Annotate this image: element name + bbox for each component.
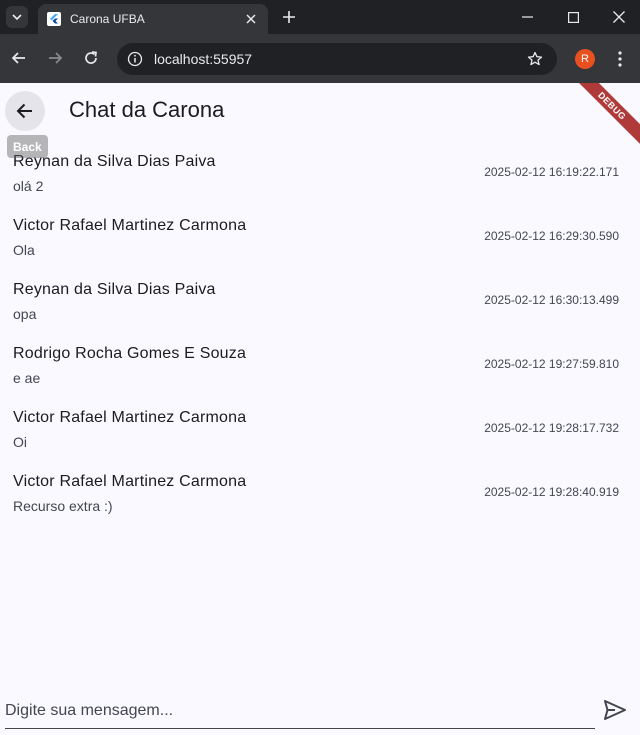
send-button[interactable] [602, 697, 628, 723]
message-item[interactable]: Victor Rafael Martinez Carmona Oi 2025-02-… [0, 402, 640, 466]
app-viewport: Back Chat da Carona DEBUG Reynan da Silv… [0, 83, 640, 735]
minimize-button[interactable] [504, 0, 550, 34]
browser-tab[interactable]: Carona UFBA [38, 4, 268, 34]
message-text: olá 2 [13, 178, 44, 194]
browser-titlebar: Carona UFBA [0, 0, 640, 34]
send-icon [604, 700, 626, 720]
message-item[interactable]: Reynan da Silva Dias Paiva opa 2025-02-12 … [0, 274, 640, 338]
message-timestamp: 2025-02-12 16:19:22.171 [484, 165, 619, 179]
reload-button[interactable] [79, 46, 103, 70]
flutter-icon [46, 11, 62, 27]
page-title: Chat da Carona [69, 97, 225, 122]
debug-banner: DEBUG [564, 83, 640, 154]
minimize-icon [521, 16, 533, 18]
bookmark-star-icon[interactable] [525, 49, 545, 69]
message-text: Ola [13, 242, 35, 258]
maximize-button[interactable] [550, 0, 596, 34]
message-item[interactable]: Victor Rafael Martinez Carmona Recurso ex… [0, 466, 640, 530]
message-sender: Victor Rafael Martinez Carmona [13, 409, 247, 426]
message-composer [0, 689, 640, 735]
close-window-button[interactable] [596, 0, 640, 34]
back-tooltip: Back [7, 135, 48, 158]
message-item[interactable]: Rodrigo Rocha Gomes E Souza e ae 2025-02-1… [0, 338, 640, 402]
plus-icon [283, 11, 295, 23]
message-timestamp: 2025-02-12 19:28:40.919 [484, 485, 619, 499]
arrow-left-icon [11, 52, 25, 64]
message-sender: Rodrigo Rocha Gomes E Souza [13, 345, 247, 362]
browser-menu-button[interactable] [610, 47, 630, 71]
message-sender: Reynan da Silva Dias Paiva [13, 281, 216, 298]
profile-avatar[interactable]: R [575, 49, 595, 69]
url-text: localhost:55957 [154, 51, 253, 67]
message-timestamp: 2025-02-12 16:30:13.499 [484, 293, 619, 307]
browser-toolbar: localhost:55957 R [0, 34, 640, 83]
close-tab-icon[interactable] [242, 10, 260, 28]
maximize-icon [567, 11, 579, 23]
message-timestamp: 2025-02-12 19:27:59.810 [484, 357, 619, 371]
message-sender: Victor Rafael Martinez Carmona [13, 473, 247, 490]
arrow-left-icon [16, 103, 32, 119]
message-timestamp: 2025-02-12 16:29:30.590 [484, 229, 619, 243]
forward-nav-button[interactable] [43, 46, 67, 70]
tab-search-button[interactable] [6, 6, 28, 28]
reload-icon [85, 51, 97, 64]
message-list: Reynan da Silva Dias Paiva olá 2 2025-02-1… [0, 146, 640, 530]
message-item[interactable]: Reynan da Silva Dias Paiva olá 2 2025-02-1… [0, 146, 640, 210]
site-info-icon[interactable] [125, 49, 145, 69]
message-input[interactable] [5, 693, 595, 729]
message-text: e ae [13, 370, 41, 386]
chevron-down-icon [12, 14, 22, 20]
close-icon [613, 11, 625, 23]
message-text: Oi [13, 434, 27, 450]
message-text: opa [13, 306, 37, 322]
more-vertical-icon [618, 51, 622, 67]
back-button[interactable] [5, 91, 45, 131]
message-item[interactable]: Victor Rafael Martinez Carmona Ola 2025-02… [0, 210, 640, 274]
back-nav-button[interactable] [7, 46, 31, 70]
arrow-right-icon [49, 52, 63, 64]
new-tab-button[interactable] [279, 7, 299, 27]
message-sender: Victor Rafael Martinez Carmona [13, 217, 247, 234]
message-text: Recurso extra :) [13, 498, 113, 514]
tab-title: Carona UFBA [70, 12, 145, 26]
message-timestamp: 2025-02-12 19:28:17.732 [484, 421, 619, 435]
address-bar[interactable]: localhost:55957 [117, 43, 557, 75]
